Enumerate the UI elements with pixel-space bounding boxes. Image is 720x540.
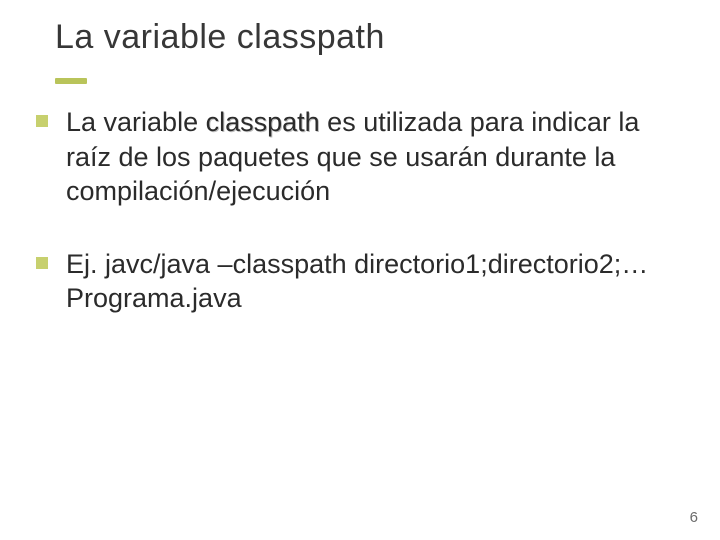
- title-accent-bar: [55, 78, 87, 84]
- title-block: La variable classpath: [55, 18, 385, 57]
- bullet-text-pre: La variable: [66, 107, 206, 137]
- keyword-classpath: classpath: [206, 107, 320, 137]
- slide-body: La variable classpath es utilizada para …: [36, 105, 680, 354]
- list-item: Ej. javc/java –classpath directorio1;dir…: [36, 247, 680, 316]
- list-item: La variable classpath es utilizada para …: [36, 105, 680, 209]
- bullet-text-pre: Ej. javc/java –classpath directorio1;dir…: [66, 249, 648, 314]
- square-bullet-icon: [36, 115, 48, 127]
- bullet-text: Ej. javc/java –classpath directorio1;dir…: [66, 247, 680, 316]
- square-bullet-icon: [36, 257, 48, 269]
- bullet-text: La variable classpath es utilizada para …: [66, 105, 680, 209]
- slide-title: La variable classpath: [55, 18, 385, 57]
- page-number: 6: [690, 509, 698, 526]
- slide: La variable classpath La variable classp…: [0, 0, 720, 540]
